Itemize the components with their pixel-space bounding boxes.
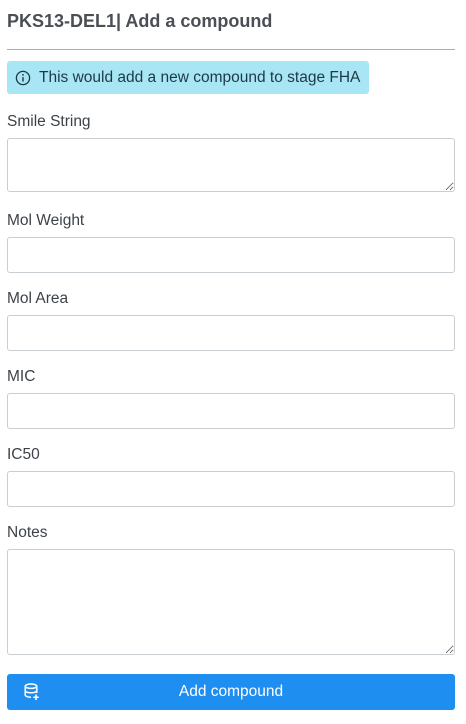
mol-weight-input[interactable]	[7, 237, 455, 273]
add-compound-button[interactable]: Add compound	[7, 674, 455, 710]
notes-input[interactable]	[7, 549, 455, 655]
ic50-input[interactable]	[7, 471, 455, 507]
mol-area-input[interactable]	[7, 315, 455, 351]
mic-input[interactable]	[7, 393, 455, 429]
smile-string-input[interactable]	[7, 138, 455, 192]
info-circle-icon	[15, 70, 31, 86]
title-divider	[7, 49, 455, 50]
info-alert: This would add a new compound to stage F…	[7, 61, 370, 94]
page-title: PKS13-DEL1| Add a compound	[7, 11, 273, 31]
add-compound-button-label: Add compound	[178, 683, 284, 700]
mol-area-label: Mol Area	[7, 290, 69, 307]
smile-string-label: Smile String	[7, 113, 91, 130]
mol-weight-label: Mol Weight	[7, 212, 85, 229]
info-alert-text: This would add a new compound to stage F…	[39, 68, 361, 86]
notes-label: Notes	[7, 524, 48, 541]
mic-label: MIC	[7, 368, 36, 385]
ic50-label: IC50	[7, 446, 40, 463]
